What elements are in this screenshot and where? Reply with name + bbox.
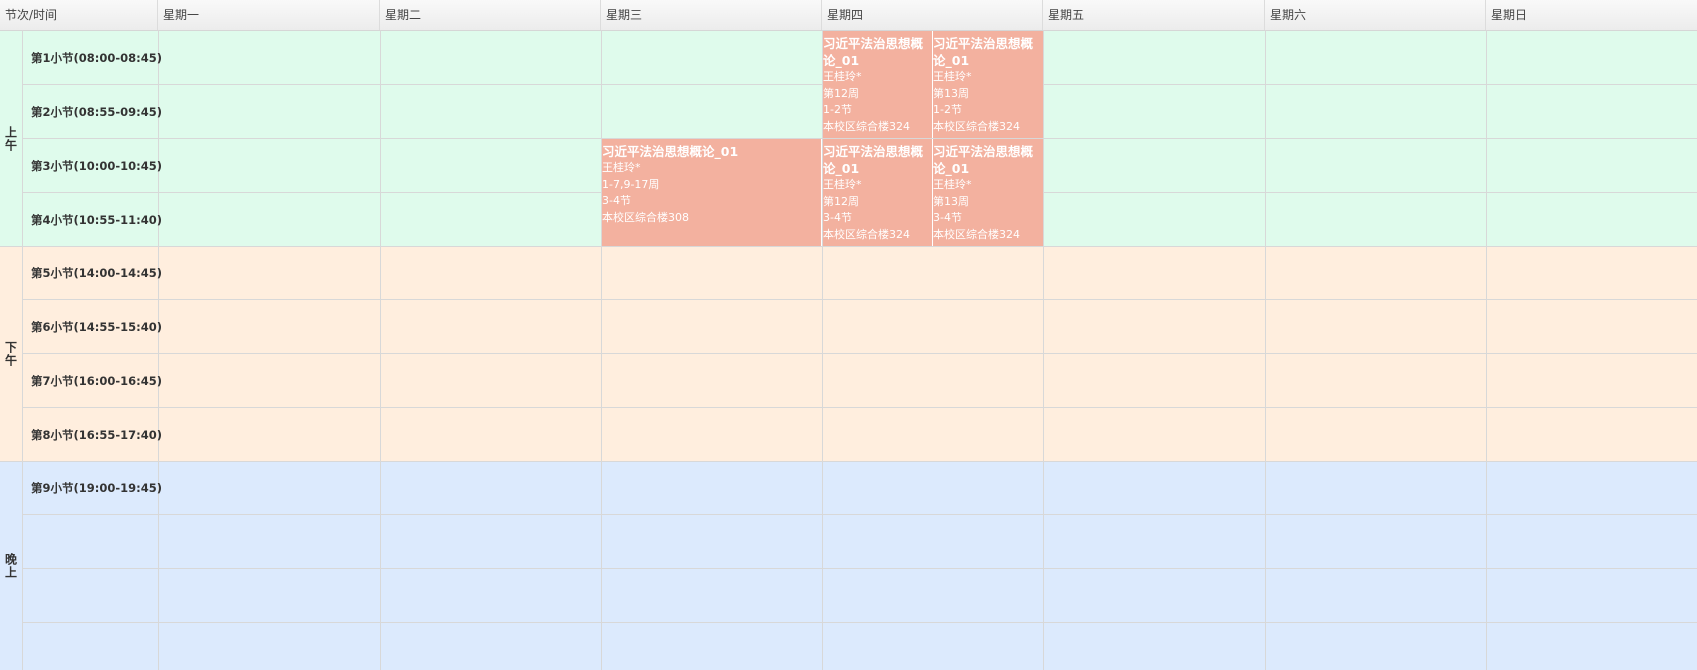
course-teacher: 王桂玲* — [823, 70, 862, 83]
row-divider — [22, 568, 1697, 569]
course-periods: 1-2节 — [823, 103, 852, 116]
col-divider — [1043, 30, 1044, 670]
row-divider — [22, 299, 1697, 300]
period-label-4: 第4小节(10:55-11:40) — [31, 212, 162, 227]
row-divider — [22, 622, 1697, 623]
header-friday: 星期五 — [1043, 0, 1265, 30]
course-room: 本校区综合楼324 — [823, 119, 910, 133]
session-divider — [0, 246, 1697, 247]
course-block-wed-3-4[interactable]: 习近平法治思想概论_01 王桂玲* 1-7,9-17周 3-4节 本校区综合楼3… — [602, 139, 822, 246]
course-title: 习近平法治思想概论_01 — [823, 36, 924, 68]
header-thursday: 星期四 — [822, 0, 1043, 30]
course-block-thu-3-4-week13[interactable]: 习近平法治思想概论_01 王桂玲* 第13周 3-4节 本校区综合楼324 — [933, 139, 1043, 246]
row-divider — [22, 514, 1697, 515]
course-periods: 3-4节 — [823, 211, 852, 224]
period-label-7: 第7小节(16:00-16:45) — [31, 373, 162, 388]
period-label-3: 第3小节(10:00-10:45) — [31, 158, 162, 173]
timetable: 节次/时间 星期一 星期二 星期三 星期四 星期五 星期六 星期日 上午 下午 … — [0, 0, 1697, 670]
header-tuesday: 星期二 — [380, 0, 601, 30]
row-divider — [22, 353, 1697, 354]
col-divider — [1265, 30, 1266, 670]
header-sunday: 星期日 — [1491, 8, 1528, 22]
course-teacher: 王桂玲* — [602, 161, 641, 174]
course-weeks: 第13周 — [933, 194, 969, 208]
header-wednesday: 星期三 — [601, 0, 822, 30]
course-teacher: 王桂玲* — [933, 178, 972, 191]
course-room: 本校区综合楼324 — [933, 119, 1020, 133]
course-room: 本校区综合楼324 — [823, 227, 910, 241]
course-periods: 1-2节 — [933, 103, 962, 116]
period-label-5: 第5小节(14:00-14:45) — [31, 265, 162, 280]
course-title: 习近平法治思想概论_01 — [602, 144, 739, 159]
period-label-1: 第1小节(08:00-08:45) — [31, 50, 162, 65]
course-periods: 3-4节 — [602, 194, 631, 207]
col-divider — [380, 30, 381, 670]
course-room: 本校区综合楼308 — [602, 210, 689, 224]
course-room: 本校区综合楼324 — [933, 227, 1020, 241]
period-label-6: 第6小节(14:55-15:40) — [31, 319, 162, 334]
course-weeks: 第12周 — [823, 86, 859, 100]
period-label-2: 第2小节(08:55-09:45) — [31, 104, 162, 119]
header-period-time: 节次/时间 — [0, 0, 158, 30]
session-evening: 晚上 — [3, 552, 18, 579]
period-label-9: 第9小节(19:00-19:45) — [31, 480, 162, 495]
course-title: 习近平法治思想概论_01 — [933, 36, 1034, 68]
col-divider — [601, 30, 602, 670]
course-title: 习近平法治思想概论_01 — [823, 144, 924, 176]
course-block-thu-3-4-week12[interactable]: 习近平法治思想概论_01 王桂玲* 第12周 3-4节 本校区综合楼324 — [823, 139, 933, 246]
col-divider — [1486, 30, 1487, 670]
course-weeks: 第13周 — [933, 86, 969, 100]
timetable-header: 节次/时间 星期一 星期二 星期三 星期四 星期五 星期六 星期日 — [0, 0, 1697, 31]
session-divider — [0, 461, 1697, 462]
period-label-8: 第8小节(16:55-17:40) — [31, 427, 162, 442]
course-weeks: 1-7,9-17周 — [602, 177, 660, 191]
course-periods: 3-4节 — [933, 211, 962, 224]
col-divider — [158, 30, 159, 670]
course-teacher: 王桂玲* — [933, 70, 972, 83]
evening-band — [0, 461, 1697, 670]
session-afternoon: 下午 — [3, 340, 18, 367]
course-title: 习近平法治思想概论_01 — [933, 144, 1034, 176]
header-monday: 星期一 — [158, 0, 380, 30]
row-divider — [22, 407, 1697, 408]
header-saturday: 星期六 — [1265, 0, 1486, 30]
course-block-thu-1-2-week12[interactable]: 习近平法治思想概论_01 王桂玲* 第12周 1-2节 本校区综合楼324 — [823, 31, 933, 138]
course-weeks: 第12周 — [823, 194, 859, 208]
course-block-thu-1-2-week13[interactable]: 习近平法治思想概论_01 王桂玲* 第13周 1-2节 本校区综合楼324 — [933, 31, 1043, 138]
session-morning: 上午 — [3, 125, 18, 152]
course-teacher: 王桂玲* — [823, 178, 862, 191]
